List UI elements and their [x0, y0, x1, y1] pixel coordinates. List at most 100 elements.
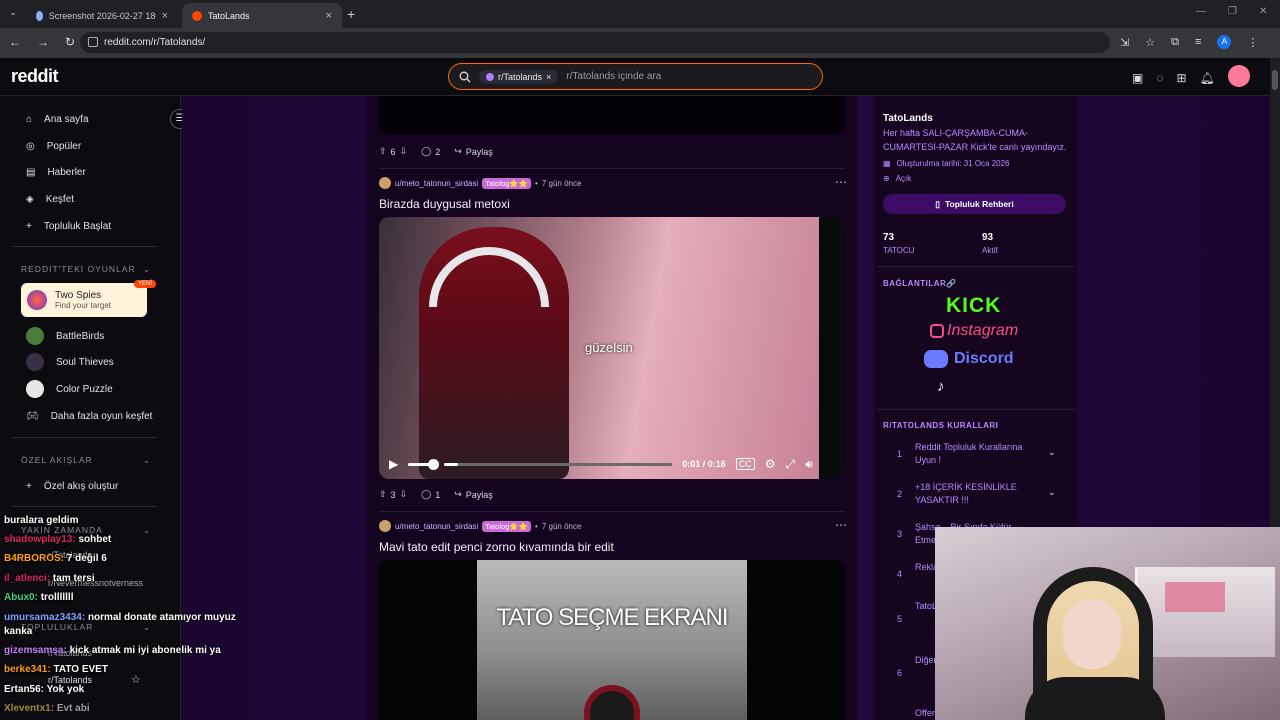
kick-link[interactable]: KICK [946, 294, 1001, 318]
site-info-icon[interactable] [88, 37, 98, 47]
custom-feeds-header[interactable]: ÖZEL AKIŞLAR ⌄ [21, 455, 151, 466]
seek-bar[interactable] [444, 462, 673, 466]
games-section-header[interactable]: REDDIT'TEKİ OYUNLAR ⌄ [21, 264, 151, 275]
reading-list-icon[interactable]: ≡ [1195, 36, 1201, 48]
tab-search-button[interactable]: ⌄ [6, 7, 20, 21]
post-title[interactable]: Mavi tato edit penci zorno kıvamında bir… [379, 540, 614, 554]
explore-icon: ◈ [26, 193, 34, 205]
tiktok-link[interactable]: ♪ [937, 378, 945, 395]
previous-post-media[interactable] [379, 96, 845, 135]
share-button[interactable]: ↪ Paylaş [454, 489, 493, 500]
nav-popular[interactable]: ◎ Popüler [20, 133, 170, 159]
maximize-icon[interactable]: ❐ [1228, 6, 1237, 17]
nav-news[interactable]: ▤ Haberler [20, 159, 170, 185]
reload-icon[interactable]: ↻ [65, 35, 75, 49]
minimize-icon[interactable]: — [1196, 6, 1206, 17]
browser-tab-screenshot[interactable]: Screenshot 2026-02-27 180511 - Ekran × [26, 3, 178, 28]
scrollbar-thumb[interactable] [1272, 70, 1278, 90]
favorite-star-icon[interactable]: ☆ [131, 673, 141, 686]
instagram-link[interactable]: Instagram [930, 322, 1018, 340]
address-bar[interactable]: reddit.com/r/Tatolands/ [80, 32, 1110, 53]
vote-control[interactable]: ⇧ 3 ⇩ [379, 489, 407, 500]
share-button[interactable]: ↪ Paylaş [454, 146, 493, 157]
captions-icon[interactable]: CC [735, 458, 755, 470]
rule-item[interactable]: 1 Reddit Topluluk Kurallarına Uyun ! ⌄ [883, 441, 1073, 467]
more-games-link[interactable]: 🎮︎ Daha fazla oyun keşfet [20, 403, 170, 429]
upvote-icon[interactable]: ⇧ [379, 146, 387, 157]
back-icon[interactable]: ← [9, 35, 21, 49]
game-soul-thieves[interactable]: Soul Thieves [20, 349, 170, 375]
globe-icon: ⊕ [883, 174, 890, 183]
home-icon: ⌂ [26, 113, 33, 125]
webcam-overlay [935, 527, 1280, 720]
extensions-icon[interactable]: ⧉ [1171, 36, 1179, 49]
search-subreddit-chip[interactable]: r/Tatolands × [479, 69, 559, 84]
search-input[interactable]: r/Tatolands × r/Tatolands içinde ara [448, 63, 823, 90]
volume-knob[interactable] [428, 458, 440, 470]
fullscreen-icon[interactable]: ⤢ [786, 457, 796, 472]
downvote-icon[interactable]: ⇩ [400, 489, 408, 500]
play-icon[interactable]: ▶ [389, 457, 398, 471]
close-window-icon[interactable]: ✕ [1259, 6, 1267, 17]
post-options-icon[interactable]: ⋯ [835, 518, 847, 532]
chevron-down-icon[interactable]: ⌄ [1048, 441, 1056, 458]
user-avatar[interactable] [1227, 65, 1250, 87]
volume-slider[interactable] [408, 458, 440, 470]
chrome-menu-icon[interactable]: ⋮ [1247, 36, 1258, 49]
vote-count: 3 [390, 489, 396, 500]
post-author[interactable]: u/meto_tatonun_sirdasi [395, 179, 478, 188]
install-app-icon[interactable]: ⇲ [1120, 36, 1129, 49]
user-flair: Tatolog⭐⭐ [482, 520, 532, 532]
downvote-icon[interactable]: ⇩ [400, 146, 408, 157]
featured-game-card[interactable]: Two Spies Find your target [21, 283, 147, 317]
reddit-logo[interactable]: reddit [11, 66, 59, 87]
chat-message: gizemsamşa: kick atmak mi iyi abonelik m… [4, 645, 221, 656]
bookmark-star-icon[interactable]: ☆ [1145, 36, 1155, 49]
mute-icon[interactable]: 🔊︎ [805, 457, 813, 472]
notifications-icon[interactable]: 🔔︎ [1200, 71, 1215, 85]
comments-button[interactable]: ◯ 2 [421, 146, 440, 157]
video-player[interactable]: TATO SEÇME EKRANI [379, 560, 845, 720]
forward-icon[interactable]: → [37, 35, 49, 49]
nav-home[interactable]: ⌂ Ana sayfa [20, 106, 170, 132]
chat-text: trolllllll [40, 592, 74, 603]
nav-explore[interactable]: ◈ Keşfet [20, 186, 170, 212]
stat-value: 93 [982, 232, 994, 243]
plus-icon: + [26, 220, 32, 232]
nav-start-community[interactable]: + Topluluk Başlat [20, 213, 170, 239]
post-title[interactable]: Birazda duygusal metoxi [379, 197, 510, 211]
close-tab-icon[interactable]: × [326, 10, 332, 22]
discord-link[interactable]: Discord [924, 350, 1014, 368]
ads-icon[interactable]: ▣ [1132, 71, 1143, 85]
stat-active: 93 Aktif [982, 232, 998, 255]
discord-icon [924, 350, 948, 368]
video-controls: ▶ 0:01 / 0:16 CC ⚙ ⤢ 🔊︎ [379, 449, 845, 479]
tab-favicon-icon [36, 10, 43, 21]
divider [12, 506, 157, 507]
rule-item[interactable]: 2 +18 İÇERİK KESİNLİKLE YASAKTIR !!! ⌄ [883, 481, 1073, 507]
settings-gear-icon[interactable]: ⚙ [765, 457, 776, 471]
header-actions: ▣ ◌ ⊞ 🔔︎ [1132, 65, 1250, 87]
game-color-puzzle[interactable]: Color Puzzle [20, 376, 170, 402]
browser-tab-tatolands[interactable]: TatoLands × [182, 3, 342, 28]
chat-message: il_atlenci: tam tersi [4, 573, 95, 584]
upvote-icon[interactable]: ⇧ [379, 489, 387, 500]
profile-avatar[interactable]: A [1217, 35, 1232, 49]
close-tab-icon[interactable]: × [162, 10, 168, 22]
chevron-down-icon[interactable]: ⌄ [1048, 481, 1056, 498]
remove-chip-icon[interactable]: × [546, 72, 551, 82]
new-tab-button[interactable]: + [347, 6, 355, 22]
create-custom-feed[interactable]: + Özel akış oluştur [20, 473, 170, 499]
community-guide-button[interactable]: ▯ Topluluk Rehberi [883, 194, 1066, 214]
game-battlebirds[interactable]: BattleBirds [20, 323, 170, 349]
post-author[interactable]: u/meto_tatonun_sirdasi [395, 522, 478, 531]
new-badge: YENİ [134, 280, 157, 288]
two-spies-game-icon [27, 290, 47, 310]
create-post-icon[interactable]: ⊞ [1176, 71, 1186, 85]
chat-icon[interactable]: ◌ [1156, 71, 1163, 85]
post-options-icon[interactable]: ⋯ [835, 175, 847, 189]
video-player[interactable]: güzelsin ▶ 0:01 / 0:16 CC ⚙ ⤢ 🔊︎ [379, 217, 845, 479]
window-controls[interactable]: — ❐ ✕ [1196, 6, 1267, 17]
vote-control[interactable]: ⇧ 6 ⇩ [379, 146, 407, 157]
comments-button[interactable]: ◯ 1 [421, 489, 440, 500]
